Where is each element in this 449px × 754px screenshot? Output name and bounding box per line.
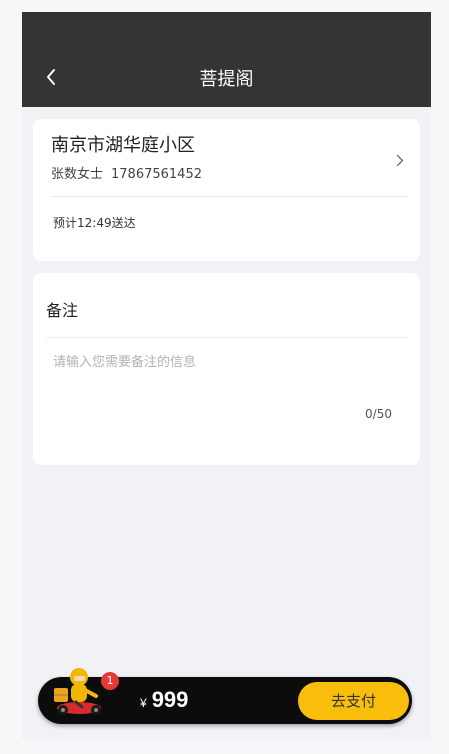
note-char-counter: 0/50 bbox=[365, 407, 392, 421]
note-card: 备注 0/50 bbox=[33, 273, 420, 465]
contact-name: 张数女士 bbox=[51, 167, 104, 182]
chevron-right-icon bbox=[396, 152, 404, 171]
address-selector[interactable]: 南京市湖华庭小区 张数女士 17867561452 bbox=[33, 119, 420, 196]
delivery-card: 南京市湖华庭小区 张数女士 17867561452 预计12:49送达 bbox=[33, 119, 420, 261]
contact-phone: 17867561452 bbox=[111, 167, 202, 182]
page-title: 菩提阁 bbox=[199, 69, 254, 90]
divider bbox=[46, 337, 408, 338]
address-location: 南京市湖华庭小区 bbox=[51, 135, 195, 156]
navigation-header: 菩提阁 bbox=[22, 12, 431, 107]
currency-symbol: ¥ bbox=[140, 696, 147, 710]
pay-button[interactable]: 去支付 bbox=[298, 682, 409, 720]
contact-info: 张数女士 17867561452 bbox=[51, 163, 202, 182]
cart-count-badge: 1 bbox=[101, 672, 119, 690]
price-amount: 999 bbox=[151, 687, 189, 712]
divider bbox=[51, 196, 408, 197]
app-screen: 菩提阁 南京市湖华庭小区 张数女士 17867561452 预计12:49送达 备… bbox=[22, 12, 431, 739]
total-price: ¥999 bbox=[140, 687, 188, 713]
delivery-courier-icon[interactable] bbox=[52, 660, 110, 718]
delivery-eta: 预计12:49送达 bbox=[53, 216, 136, 230]
note-title: 备注 bbox=[46, 301, 79, 320]
note-input[interactable] bbox=[53, 351, 400, 431]
